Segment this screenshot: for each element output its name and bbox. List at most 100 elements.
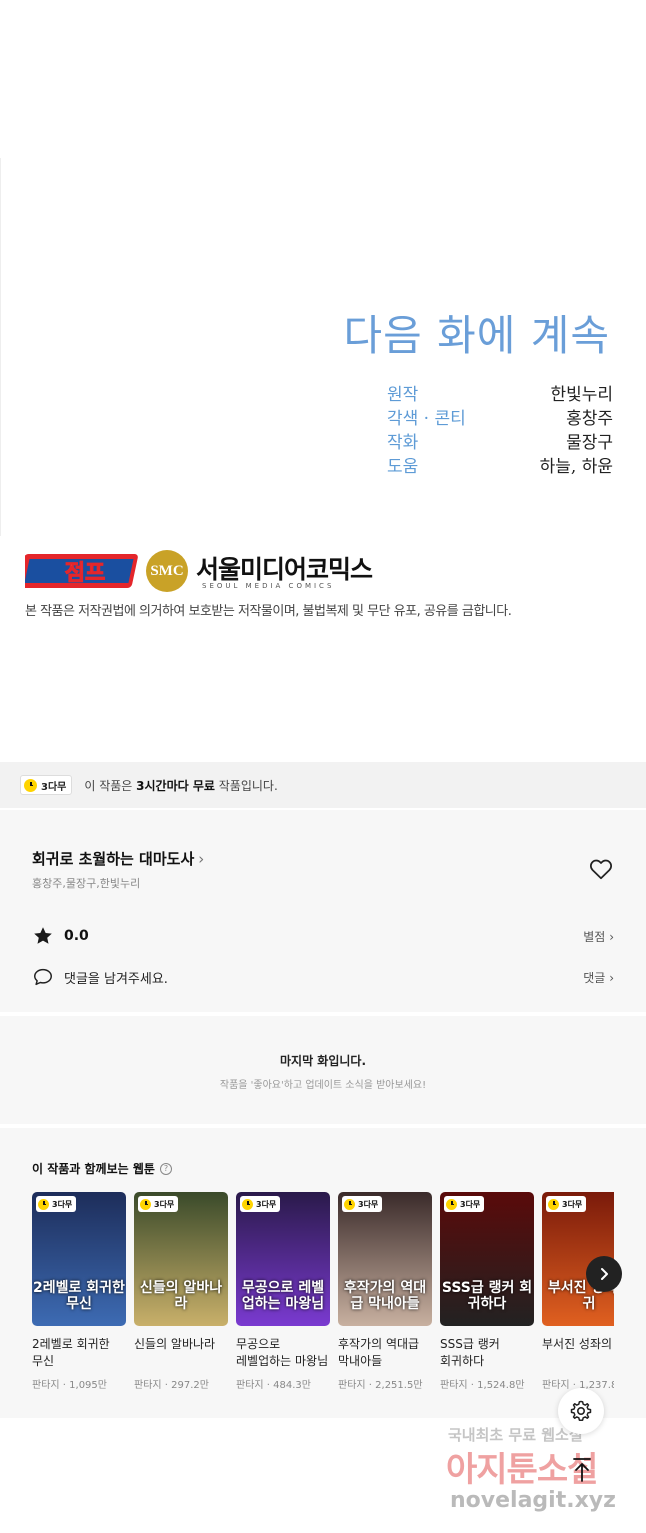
- smc-name: 서울미디어코믹스: [196, 555, 373, 584]
- recommendation-thumbnail[interactable]: 3다무 무공으로 레벨업하는 마왕님: [236, 1192, 330, 1326]
- free-badge-label: 3다무: [256, 1199, 277, 1209]
- recommendation-meta: 판타지 · 297.2만: [134, 1380, 209, 1391]
- credit-name: 물장구: [566, 433, 613, 453]
- recommendation-genre: 판타지: [32, 1380, 60, 1391]
- viewer-page: 다음 화에 계속 원작 한빛누리 각색 · 콘티 홍창주 작화 물장구 도움 하…: [0, 0, 646, 1533]
- carousel-next-button[interactable]: [586, 1256, 622, 1292]
- last-episode-subtitle: 작품을 '좋아요'하고 업데이트 소식을 받아보세요!: [219, 1080, 427, 1091]
- recommendation-thumbnail[interactable]: 3다무 신들의 알바나라: [134, 1192, 228, 1326]
- recommendation-views: 1,524.8만: [477, 1380, 525, 1391]
- clock-icon: [24, 778, 37, 792]
- recommendation-views: 2,251.5만: [375, 1380, 423, 1391]
- recommendation-genre: 판타지: [440, 1380, 468, 1391]
- arrow-up-icon: [573, 1458, 591, 1482]
- watermark-line1: 국내최초 무료 웹소설: [448, 1426, 583, 1444]
- recommendation-item[interactable]: 3다무 2레벨로 회귀한 무신 2레벨로 회귀한 무신 판타지 · 1,095만: [32, 1192, 126, 1391]
- recommendations-section: 이 작품과 함께보는 웹툰 ? 3다무 2레벨로 회귀한 무신 2레벨로 회귀한…: [0, 1128, 646, 1418]
- smc-subtitle: SEOUL MEDIA COMICS: [202, 582, 335, 590]
- recommendation-views: 297.2만: [171, 1380, 209, 1391]
- clock-icon: [38, 1198, 49, 1210]
- recommendation-item[interactable]: 3다무 무공으로 레벨업하는 마왕님 무공으로 레벨업하는 마왕님 판타지 · …: [236, 1192, 330, 1391]
- recommendations-heading-text: 이 작품과 함께보는 웹툰: [32, 1162, 155, 1176]
- recommendation-genre: 판타지: [338, 1380, 366, 1391]
- comment-placeholder[interactable]: 댓글을 남겨주세요.: [64, 968, 168, 987]
- clock-icon: [548, 1198, 559, 1210]
- recommendation-meta: 판타지 · 1,524.8만: [440, 1380, 525, 1391]
- free-badge: 3다무: [546, 1196, 587, 1212]
- chevron-right-icon: ›: [609, 970, 614, 985]
- clock-icon: [446, 1198, 457, 1210]
- free-badge-label: 3다무: [562, 1199, 583, 1209]
- clock-icon: [140, 1198, 151, 1210]
- recommendation-thumbnail[interactable]: 3다무 2레벨로 회귀한 무신: [32, 1192, 126, 1326]
- chevron-right-icon: [601, 1268, 608, 1280]
- question-icon[interactable]: ?: [159, 1162, 172, 1175]
- recommendation-genre: 판타지: [542, 1380, 570, 1391]
- clock-icon: [344, 1198, 355, 1210]
- publisher-strip: 점프 SMC 서울미디어코믹스 SEOUL MEDIA COMICS 본 작품은…: [0, 540, 646, 640]
- credit-row: 원작 한빛누리: [387, 380, 613, 405]
- free-banner: 3다무 이 작품은 3시간마다 무료 작품입니다.: [0, 762, 646, 808]
- thumbnail-title-art: 2레벨로 회귀한 무신: [33, 1280, 125, 1312]
- free-badge-label: 3다무: [41, 781, 67, 793]
- recommendation-item[interactable]: 3다무 SSS급 랭커 회귀하다 SSS급 랭커 회귀하다 판타지 · 1,52…: [440, 1192, 534, 1391]
- recommendation-genre: 판타지: [134, 1380, 162, 1391]
- thumbnail-title-art: 무공으로 레벨업하는 마왕님: [241, 1280, 325, 1312]
- free-badge: 3다무: [36, 1196, 77, 1212]
- free-badge: 3다무: [444, 1196, 485, 1212]
- free-badge-label: 3다무: [358, 1199, 379, 1209]
- last-episode-title: 마지막 화입니다.: [279, 1054, 367, 1068]
- free-badge: 3다무: [20, 775, 73, 795]
- credit-row: 각색 · 콘티 홍창주: [387, 404, 613, 429]
- recommendation-thumbnail[interactable]: 3다무 SSS급 랭커 회귀하다: [440, 1192, 534, 1326]
- comment-row[interactable]: 댓글을 남겨주세요. 댓글 ›: [32, 965, 614, 989]
- series-title-link[interactable]: 회귀로 초월하는 대마도사 ›: [32, 848, 204, 869]
- recommendation-title[interactable]: 신들의 알바나라: [134, 1336, 228, 1372]
- heart-icon[interactable]: [588, 856, 614, 882]
- recommendation-title[interactable]: 2레벨로 회귀한 무신: [32, 1336, 126, 1372]
- recommendation-views: 1,095만: [69, 1380, 107, 1391]
- thumbnail-title-art: 신들의 알바나라: [139, 1280, 223, 1312]
- comic-panel: 다음 화에 계속 원작 한빛누리 각색 · 콘티 홍창주 작화 물장구 도움 하…: [0, 158, 646, 536]
- comment-link[interactable]: 댓글 ›: [583, 969, 614, 986]
- recommendation-item[interactable]: 3다무 신들의 알바나라 신들의 알바나라 판타지 · 297.2만: [134, 1192, 228, 1391]
- jump-logo-text: 점프: [65, 561, 105, 586]
- credit-name: 홍창주: [566, 409, 613, 429]
- recommendation-views: 484.3만: [273, 1380, 311, 1391]
- recommendation-meta: 판타지 · 484.3만: [236, 1380, 311, 1391]
- recommendation-title[interactable]: 무공으로 레벨업하는 마왕님: [236, 1336, 330, 1372]
- recommendation-title[interactable]: SSS급 랭커 회귀하다: [440, 1336, 534, 1372]
- credit-row: 도움 하늘, 하윤: [387, 452, 613, 477]
- scroll-top-button[interactable]: [564, 1452, 600, 1488]
- clock-icon: [242, 1198, 253, 1210]
- recommendations-heading: 이 작품과 함께보는 웹툰 ?: [32, 1160, 172, 1177]
- thumbnail-title-art: SSS급 랭커 회귀하다: [441, 1280, 533, 1312]
- speech-bubble-icon: [34, 968, 52, 986]
- recommendations-list: 3다무 2레벨로 회귀한 무신 2레벨로 회귀한 무신 판타지 · 1,095만…: [32, 1192, 614, 1412]
- watermark-line3: novelagit.xyz: [450, 1488, 616, 1513]
- credit-role: 작화: [387, 433, 419, 453]
- credits-block: 원작 한빛누리 각색 · 콘티 홍창주 작화 물장구 도움 하늘, 하윤: [387, 380, 613, 477]
- credit-role: 원작: [387, 385, 419, 405]
- recommendation-item[interactable]: 3다무 후작가의 역대급 막내아들 후작가의 역대급 막내아들 판타지 · 2,…: [338, 1192, 432, 1391]
- series-title[interactable]: 회귀로 초월하는 대마도사: [32, 848, 194, 869]
- series-authors: 홍창주,물장구,한빛누리: [32, 877, 141, 890]
- jump-logo: 점프: [25, 554, 138, 588]
- star-icon: [34, 927, 52, 944]
- comment-link-label: 댓글: [583, 970, 606, 985]
- to-be-continued-text: 다음 화에 계속: [343, 311, 610, 360]
- rating-link-label: 별점: [583, 929, 606, 944]
- recommendation-title[interactable]: 후작가의 역대급 막내아들: [338, 1336, 432, 1372]
- recommendation-title[interactable]: 부서진 성좌의 귀: [542, 1336, 614, 1372]
- gear-icon: [570, 1400, 592, 1421]
- smc-badge: SMC: [146, 550, 188, 592]
- chevron-right-icon: ›: [198, 849, 205, 868]
- recommendation-thumbnail[interactable]: 3다무 후작가의 역대급 막내아들: [338, 1192, 432, 1326]
- rating-value: 0.0: [64, 928, 89, 944]
- rating-row[interactable]: 0.0 별점 ›: [32, 924, 614, 948]
- credit-role: 각색 · 콘티: [387, 409, 466, 429]
- rating-link[interactable]: 별점 ›: [583, 928, 614, 945]
- credit-name: 하늘, 하윤: [539, 457, 613, 477]
- settings-button[interactable]: [558, 1388, 604, 1434]
- free-banner-text-bold: 3시간마다 무료: [136, 778, 215, 793]
